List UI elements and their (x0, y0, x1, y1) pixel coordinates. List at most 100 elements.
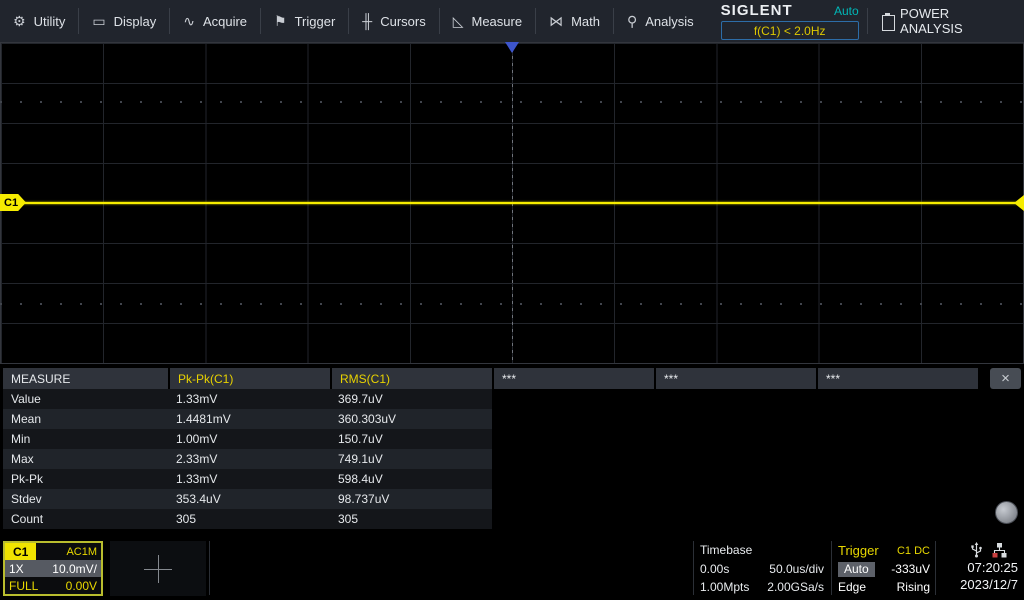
menu-item-power-analysis[interactable]: POWER ANALYSIS (868, 6, 1024, 36)
status-icons (970, 542, 1007, 558)
math-icon: ⋈ (549, 13, 563, 30)
measure-column-pkpk[interactable]: Pk-Pk(C1) (170, 368, 330, 389)
channel-bandwidth: FULL (9, 579, 38, 593)
row-label: Count (3, 509, 168, 529)
trigger-descriptor[interactable]: Trigger C1 DC Auto -333uV Edge Rising (835, 541, 933, 596)
row-value: 749.1uV (330, 449, 490, 469)
cursors-icon: ╫ (362, 13, 372, 29)
measure-column-empty[interactable]: *** (818, 368, 978, 389)
row-value: 1.33mV (168, 389, 330, 409)
table-row: Max 2.33mV 749.1uV (3, 449, 492, 469)
menu-label: Trigger (295, 14, 336, 29)
menu-toggle-button[interactable] (995, 501, 1018, 524)
measure-table-header: MEASURE Pk-Pk(C1) RMS(C1) *** *** *** (0, 368, 1024, 389)
menu-item-trigger[interactable]: ⚑ Trigger (261, 0, 348, 42)
row-label: Pk-Pk (3, 469, 168, 489)
clock: 07:20:25 2023/12/7 (936, 559, 1018, 593)
trigger-slope: Rising (897, 580, 930, 594)
menu-item-cursors[interactable]: ╫ Cursors (349, 0, 438, 42)
trigger-level-marker[interactable] (1014, 195, 1024, 211)
frequency-counter: f(C1) < 2.0Hz (721, 21, 859, 40)
brand-block: SIGLENT Auto f(C1) < 2.0Hz (707, 2, 867, 40)
trigger-source: C1 DC (897, 545, 930, 557)
analysis-icon: ⚲ (627, 13, 637, 30)
timebase-delay: 0.00s (700, 562, 729, 576)
measure-icon: ◺ (453, 13, 464, 30)
row-value: 1.4481mV (168, 409, 330, 429)
top-menu-bar: ⚙ Utility ▭ Display ∿ Acquire ⚑ Trigger … (0, 0, 1024, 42)
channel1-trace (0, 202, 1017, 204)
battery-icon (882, 13, 892, 29)
acquisition-status: Auto (834, 4, 859, 18)
row-value: 305 (330, 509, 490, 529)
divider (209, 541, 210, 595)
measure-column-empty[interactable]: *** (494, 368, 654, 389)
table-row: Mean 1.4481mV 360.303uV (3, 409, 492, 429)
menu-label: Utility (34, 14, 66, 29)
menu-label: Math (571, 14, 600, 29)
menu-label: Analysis (645, 14, 693, 29)
menu-label: Display (114, 14, 157, 29)
row-label: Min (3, 429, 168, 449)
channel-probe: 1X (9, 562, 24, 576)
close-icon[interactable]: × (990, 368, 1021, 389)
row-value: 98.737uV (330, 489, 490, 509)
row-label: Stdev (3, 489, 168, 509)
row-value: 360.303uV (330, 409, 490, 429)
measure-column-rms[interactable]: RMS(C1) (332, 368, 492, 389)
timebase-samplerate: 2.00GSa/s (767, 580, 824, 594)
menu-item-acquire[interactable]: ∿ Acquire (170, 0, 260, 42)
divider (831, 541, 832, 595)
measure-column-empty[interactable]: *** (656, 368, 816, 389)
usb-icon (970, 542, 983, 558)
menu-label: Measure (472, 14, 523, 29)
gear-icon: ⚙ (13, 13, 26, 30)
timebase-points: 1.00Mpts (700, 580, 749, 594)
oscilloscope-screen: ⚙ Utility ▭ Display ∿ Acquire ⚑ Trigger … (0, 0, 1024, 600)
menu-item-math[interactable]: ⋈ Math (536, 0, 613, 42)
row-label: Value (3, 389, 168, 409)
channel-coupling: AC1M (66, 546, 101, 558)
row-label: Max (3, 449, 168, 469)
table-row: Stdev 353.4uV 98.737uV (3, 489, 492, 509)
trigger-position-marker[interactable] (505, 42, 519, 53)
row-value: 150.7uV (330, 429, 490, 449)
status-bar: C1 AC1M 1X 10.0mV/ FULL 0.00V Timebase 0… (0, 538, 1024, 600)
network-icon (992, 542, 1007, 558)
trigger-mode-badge: Auto (838, 562, 875, 577)
row-value: 1.33mV (168, 469, 330, 489)
channel1-descriptor[interactable]: C1 AC1M 1X 10.0mV/ FULL 0.00V (3, 541, 103, 596)
menu-label: Cursors (380, 14, 426, 29)
menu-label: Acquire (203, 14, 247, 29)
flag-icon: ⚑ (274, 13, 287, 30)
menu-item-analysis[interactable]: ⚲ Analysis (614, 0, 707, 42)
brand-logo: SIGLENT (721, 2, 793, 19)
table-row: Value 1.33mV 369.7uV (3, 389, 492, 409)
table-row: Min 1.00mV 150.7uV (3, 429, 492, 449)
menu-item-utility[interactable]: ⚙ Utility (0, 0, 78, 42)
crosshair-icon (158, 555, 159, 583)
row-value: 353.4uV (168, 489, 330, 509)
menu-item-measure[interactable]: ◺ Measure (440, 0, 535, 42)
timebase-title: Timebase (700, 543, 752, 557)
measure-table: MEASURE Pk-Pk(C1) RMS(C1) *** *** *** Va… (0, 368, 1024, 530)
clock-time: 07:20:25 (936, 559, 1018, 576)
waveform-icon: ∿ (183, 13, 195, 30)
channel-offset: 0.00V (66, 579, 97, 593)
row-value: 2.33mV (168, 449, 330, 469)
table-row: Count 305 305 (3, 509, 492, 529)
trigger-title: Trigger (838, 543, 879, 558)
trigger-type: Edge (838, 580, 866, 594)
timebase-descriptor[interactable]: Timebase 0.00s 50.0us/div 1.00Mpts 2.00G… (697, 541, 827, 596)
trigger-level: -333uV (891, 562, 930, 576)
divider (693, 541, 694, 595)
row-label: Mean (3, 409, 168, 429)
menu-label: POWER ANALYSIS (900, 6, 1008, 36)
menu-item-display[interactable]: ▭ Display (79, 0, 169, 42)
timebase-scale: 50.0us/div (769, 562, 824, 576)
table-row: Pk-Pk 1.33mV 598.4uV (3, 469, 492, 489)
row-value: 369.7uV (330, 389, 490, 409)
row-value: 305 (168, 509, 330, 529)
channel-scale: 10.0mV/ (52, 562, 97, 576)
math-descriptor[interactable] (110, 541, 206, 596)
